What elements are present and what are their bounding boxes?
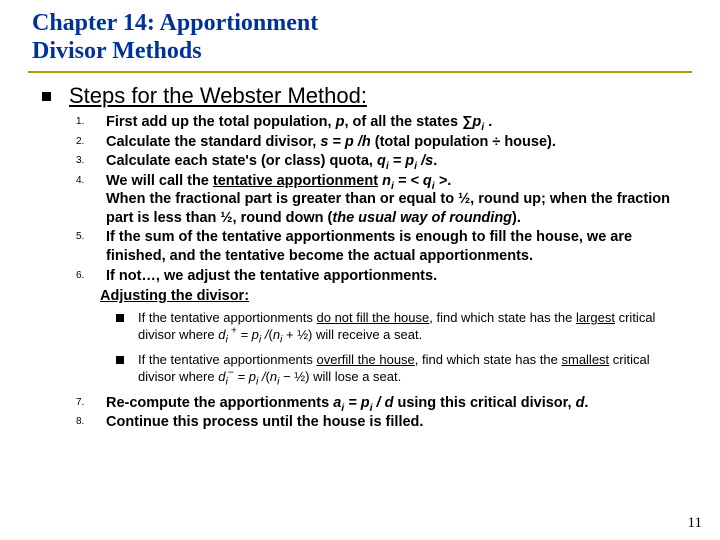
step-text: We will call the tentative apportionment…: [106, 172, 688, 228]
step-item: 7.Re-compute the apportionments ai = pi …: [76, 394, 688, 413]
page-number: 11: [688, 515, 702, 532]
step-number: 3.: [76, 152, 106, 171]
step-text: Re-compute the apportionments ai = pi / …: [106, 394, 688, 413]
step-number: 8.: [76, 413, 106, 432]
step-number: 6.: [76, 267, 106, 286]
sub-text: If the tentative apportionments overfill…: [138, 352, 680, 386]
adjusting-sublist: If the tentative apportionments do not f…: [116, 310, 692, 386]
sub-item: If the tentative apportionments overfill…: [116, 352, 680, 386]
step-item: 2.Calculate the standard divisor, s = p …: [76, 133, 688, 152]
step-number: 1.: [76, 113, 106, 132]
title-block: Chapter 14: Apportionment Divisor Method…: [28, 10, 692, 73]
step-text: First add up the total population, p, of…: [106, 113, 688, 132]
square-bullet-icon: [116, 356, 124, 364]
step-text: If the sum of the tentative apportionmen…: [106, 228, 688, 265]
step-number: 7.: [76, 394, 106, 413]
step-item: 6.If not…, we adjust the tentative appor…: [76, 267, 688, 286]
step-item: 3.Calculate each state's (or class) quot…: [76, 152, 688, 171]
step-text: If not…, we adjust the tentative apporti…: [106, 267, 688, 286]
sub-text: If the tentative apportionments do not f…: [138, 310, 680, 344]
steps-list-continued: 7.Re-compute the apportionments ai = pi …: [76, 394, 692, 432]
step-text: Calculate each state's (or class) quota,…: [106, 152, 688, 171]
step-number: 2.: [76, 133, 106, 152]
step-text: Continue this process until the house is…: [106, 413, 688, 432]
step-text: Calculate the standard divisor, s = p /h…: [106, 133, 688, 152]
step-item: 5.If the sum of the tentative apportionm…: [76, 228, 688, 265]
adjusting-heading: Adjusting the divisor:: [100, 288, 692, 304]
sub-item: If the tentative apportionments do not f…: [116, 310, 680, 344]
step-number: 5.: [76, 228, 106, 265]
steps-list: 1.First add up the total population, p, …: [76, 113, 692, 285]
subtitle: Divisor Methods: [32, 38, 692, 66]
square-bullet-icon: [116, 314, 124, 322]
chapter-title: Chapter 14: Apportionment: [32, 10, 692, 38]
square-bullet-icon: [42, 92, 51, 101]
section-heading: Steps for the Webster Method:: [69, 83, 367, 109]
section-heading-row: Steps for the Webster Method:: [42, 83, 692, 109]
step-item: 1.First add up the total population, p, …: [76, 113, 688, 132]
step-item: 4.We will call the tentative apportionme…: [76, 172, 688, 228]
step-item: 8.Continue this process until the house …: [76, 413, 688, 432]
step-number: 4.: [76, 172, 106, 228]
